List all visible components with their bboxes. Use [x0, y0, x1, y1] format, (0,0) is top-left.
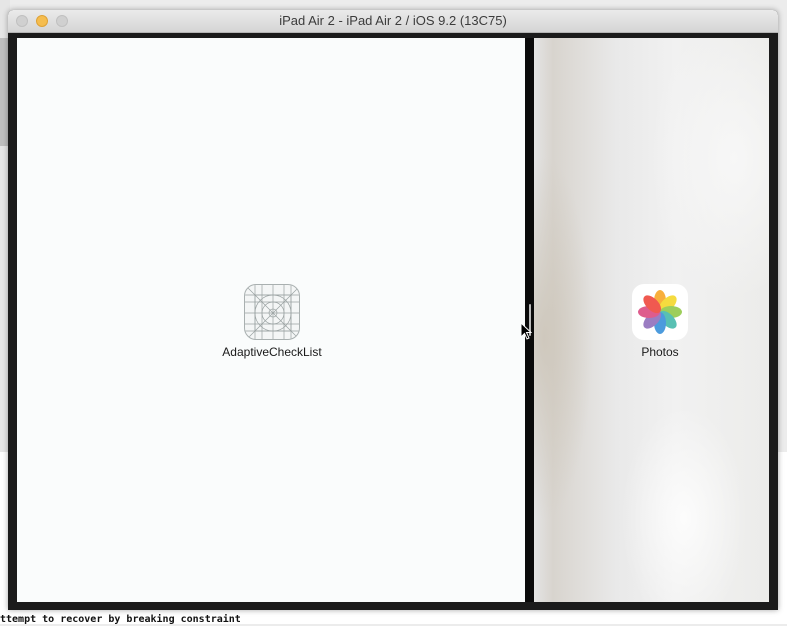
- app-label: AdaptiveCheckList: [222, 345, 322, 359]
- app-photos[interactable]: Photos: [628, 284, 692, 359]
- primary-app-pane[interactable]: AdaptiveCheckList: [17, 38, 525, 602]
- secondary-app-pane[interactable]: Photos: [534, 38, 769, 602]
- title-bar[interactable]: iPad Air 2 - iPad Air 2 / iOS 9.2 (13C75…: [8, 10, 778, 33]
- app-placeholder-icon[interactable]: [244, 284, 300, 340]
- split-view-divider[interactable]: [525, 38, 534, 602]
- console-output-line: ttempt to recover by breaking constraint: [0, 614, 241, 625]
- app-adaptivechecklist[interactable]: AdaptiveCheckList: [217, 284, 327, 359]
- app-label: Photos: [641, 345, 679, 359]
- photos-icon[interactable]: [632, 284, 688, 340]
- window-title: iPad Air 2 - iPad Air 2 / iOS 9.2 (13C75…: [279, 13, 507, 28]
- mouse-cursor-icon: [520, 322, 532, 340]
- simulator-window: iPad Air 2 - iPad Air 2 / iOS 9.2 (13C75…: [8, 10, 778, 610]
